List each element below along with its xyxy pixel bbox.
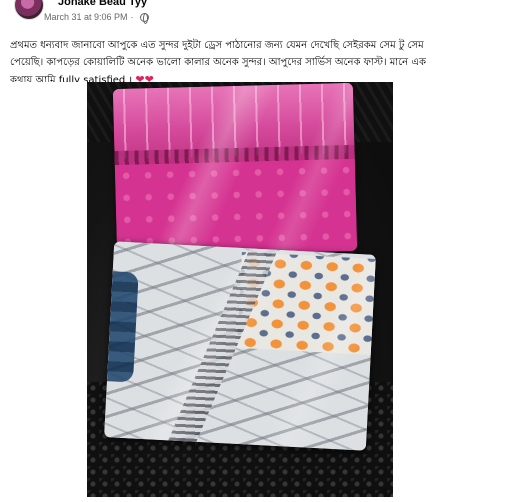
meta-separator: · — [130, 12, 134, 22]
author-avatar[interactable] — [14, 0, 44, 20]
post-timestamp[interactable]: March 31 at 9:06 PM — [44, 12, 128, 22]
grey-dress-package — [104, 241, 376, 451]
globe-icon[interactable] — [139, 12, 149, 24]
plastic-shine — [104, 241, 376, 451]
pink-dress-package — [112, 82, 358, 258]
post-header: Jonake Beau Tyy March 31 at 9:06 PM · — [0, 0, 517, 26]
plastic-shine — [112, 82, 358, 258]
post-photo[interactable] — [87, 82, 393, 497]
post-text-line: পেয়েছি। কাপড়ের কোয়ালিটি অনেক ভালো কাল… — [10, 57, 426, 68]
facebook-post: Jonake Beau Tyy March 31 at 9:06 PM · প্… — [0, 0, 517, 502]
post-meta: March 31 at 9:06 PM · — [44, 11, 149, 24]
author-name[interactable]: Jonake Beau Tyy — [58, 0, 147, 8]
post-text-line: প্রথমত ধন্যবাদ জানাবো আপুকে এত সুন্দর দু… — [10, 40, 424, 51]
post-photo-container[interactable] — [2, 82, 515, 497]
